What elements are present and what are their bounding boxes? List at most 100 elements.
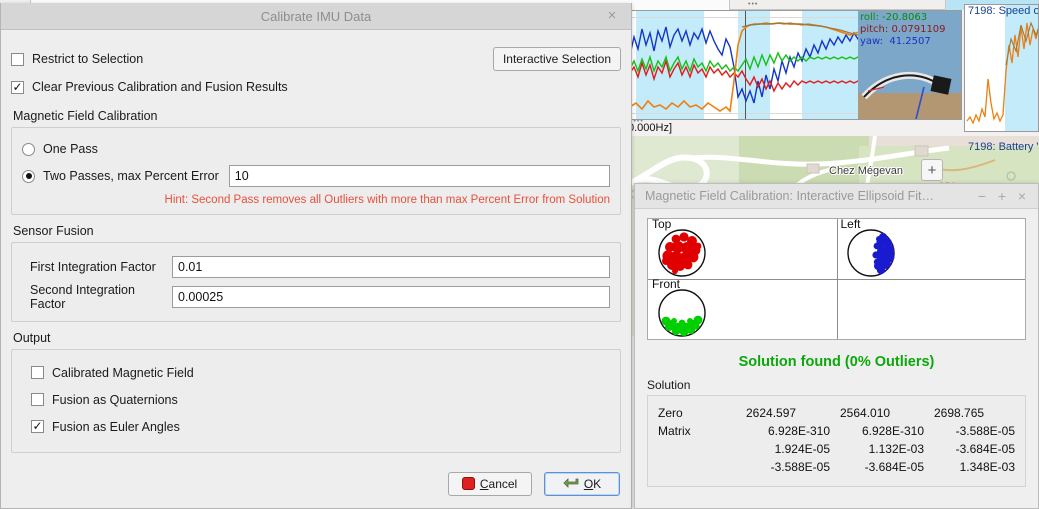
fusion-quaternions-checkbox[interactable]: Fusion as Quaternions [22,386,610,413]
dialog-button-bar: Cancel OK [1,471,631,496]
one-pass-radio[interactable]: One Pass [22,136,610,162]
mini-plot-battery-label: 7198: Battery V [968,141,1039,153]
solution-cell: -3.588E-05 [770,460,830,474]
ellipsoid-fit-dialog: Magnetic Field Calibration: Interactive … [634,183,1039,509]
attitude-readout: roll: -20.8063 pitch: 0.0791109 yaw: 41.… [860,12,946,48]
calibrate-imu-titlebar[interactable]: Calibrate IMU Data × [1,3,631,30]
solution-row-label: Zero [658,406,683,420]
calibrated-magnetic-field-checkbox[interactable]: Calibrated Magnetic Field [22,359,610,386]
fusion-euler-checkbox[interactable]: Fusion as Euler Angles [22,413,610,440]
solution-cell: 2564.010 [840,406,891,420]
speed-trace [966,21,1038,125]
pitch-value: 0.0791109 [891,24,946,35]
cancel-button-label-rest: ancel [488,476,518,491]
magnetic-group-title: Magnetic Field Calibration [13,109,158,123]
solution-cell: 2698.765 [934,406,985,420]
view-front: Front [648,277,837,339]
restrict-to-selection-label: Restrict to Selection [32,52,144,66]
minimize-icon[interactable]: − [972,186,992,206]
second-pass-hint: Hint: Second Pass removes all Outliers w… [164,194,610,206]
max-percent-error-input[interactable] [228,165,610,187]
solution-row-label [658,458,736,476]
plot-axis-label: 0.000Hz] [628,122,673,134]
solution-box: Zero 2624.597 2564.010 2698.765 Matrix 6… [647,395,1026,487]
map-place-label: Chez Mégevan [829,165,903,177]
first-integration-input[interactable] [172,256,610,278]
two-passes-radio-button[interactable] [22,169,35,183]
two-passes-label: Two Passes, max Percent Error [43,169,219,183]
solution-cell: 1.132E-03 [868,442,924,456]
first-integration-label: First Integration Factor [30,260,156,274]
two-passes-row: Two Passes, max Percent Error [22,162,610,190]
table-row: -3.588E-05 -3.684E-05 1.348E-03 [658,458,1015,476]
cancel-button[interactable]: Cancel [447,471,532,496]
ok-button-label-rest: K [593,477,602,491]
second-integration-row: Second Integration Factor [22,282,610,312]
solution-cell: -3.684E-05 [955,442,1015,456]
view-left: Left [837,219,1026,279]
solution-row-label [658,440,736,458]
ok-button[interactable]: OK [544,472,620,496]
output-group: Calibrated Magnetic Field Fusion as Quat… [11,349,621,453]
yaw-value: 41.2507 [889,36,931,47]
table-row: Zero 2624.597 2564.010 2698.765 [658,404,1015,422]
mini-plot-speed: 7198: Speed ov [964,4,1039,132]
maximize-icon[interactable]: + [992,186,1012,206]
roll-label: roll: [860,12,879,23]
map-zoom-in-button[interactable]: + [921,159,943,181]
calibrated-magnetic-field-box[interactable] [31,366,44,379]
calibrated-magnetic-field-label: Calibrated Magnetic Field [52,365,194,380]
solution-table: Zero 2624.597 2564.010 2698.765 Matrix 6… [658,404,1015,476]
interactive-selection-button[interactable]: Interactive Selection [492,47,621,71]
one-pass-label: One Pass [43,142,98,156]
stop-icon [461,477,475,490]
status-badge: Solution found (0% Outliers) [738,354,935,370]
signal-plot-panel: roll: -20.8063 pitch: 0.0791109 yaw: 41.… [629,10,962,120]
mini-plot-speed-label: 7198: Speed ov [968,5,1039,17]
output-group-title: Output [13,331,51,345]
restrict-checkbox-box[interactable] [11,52,24,66]
fusion-quaternions-box[interactable] [31,393,44,406]
view-top-scatter [658,229,706,277]
second-integration-input[interactable] [172,286,610,308]
attitude-preview-overlay: roll: -20.8063 pitch: 0.0791109 yaw: 41.… [858,11,961,119]
sensor-fusion-group: First Integration Factor Second Integrat… [11,242,621,322]
sensor-fusion-group-title: Sensor Fusion [13,224,94,238]
solution-cell: -3.588E-05 [955,424,1015,438]
restrict-row: Restrict to Selection Interactive Select… [11,45,621,73]
ellipsoid-views-panel[interactable]: Top Left Front [647,218,1026,340]
magnetic-field-calibration-group: One Pass Two Passes, max Percent Error H… [11,127,621,215]
close-icon[interactable]: × [1012,186,1032,206]
solution-cell: 1.348E-03 [959,460,1015,474]
enter-icon [563,478,579,490]
view-left-scatter [846,229,895,277]
clear-previous-checkbox[interactable]: Clear Previous Calibration and Fusion Re… [11,73,621,101]
restrict-to-selection-checkbox[interactable]: Restrict to Selection [11,52,493,66]
toolbar-ellipsis: ••• [748,1,759,8]
fusion-euler-box[interactable] [31,420,44,433]
solution-cell: -3.684E-05 [864,460,924,474]
solution-group-title: Solution [647,378,691,392]
table-row: Matrix 6.928E-310 6.928E-310 -3.588E-05 [658,422,1015,440]
ellipsoid-dialog-title: Magnetic Field Calibration: Interactive … [645,189,935,203]
pitch-label: pitch: [860,24,889,35]
one-pass-radio-button[interactable] [22,142,35,156]
ellipsoid-titlebar[interactable]: Magnetic Field Calibration: Interactive … [635,184,1038,209]
view-top: Top [648,219,837,279]
fusion-quaternions-label: Fusion as Quaternions [52,392,178,407]
first-integration-row: First Integration Factor [22,252,610,282]
solution-row-label: Matrix [658,424,691,438]
view-front-scatter [658,289,706,337]
clear-previous-checkbox-box[interactable] [11,80,24,94]
clear-previous-label: Clear Previous Calibration and Fusion Re… [32,80,288,94]
second-integration-label: Second Integration Factor [30,283,135,311]
solution-cell: 1.924E-05 [774,442,830,456]
roll-value: -20.8063 [882,12,928,23]
calibrate-imu-title: Calibrate IMU Data [260,8,372,24]
calibrate-imu-dialog: Calibrate IMU Data × Restrict to Selecti… [0,3,632,509]
solution-cell: 2624.597 [746,406,797,420]
view-empty [837,279,1026,339]
solution-cell: 6.928E-310 [767,424,830,438]
yaw-label: yaw: [860,36,884,47]
close-icon[interactable]: × [603,7,621,25]
